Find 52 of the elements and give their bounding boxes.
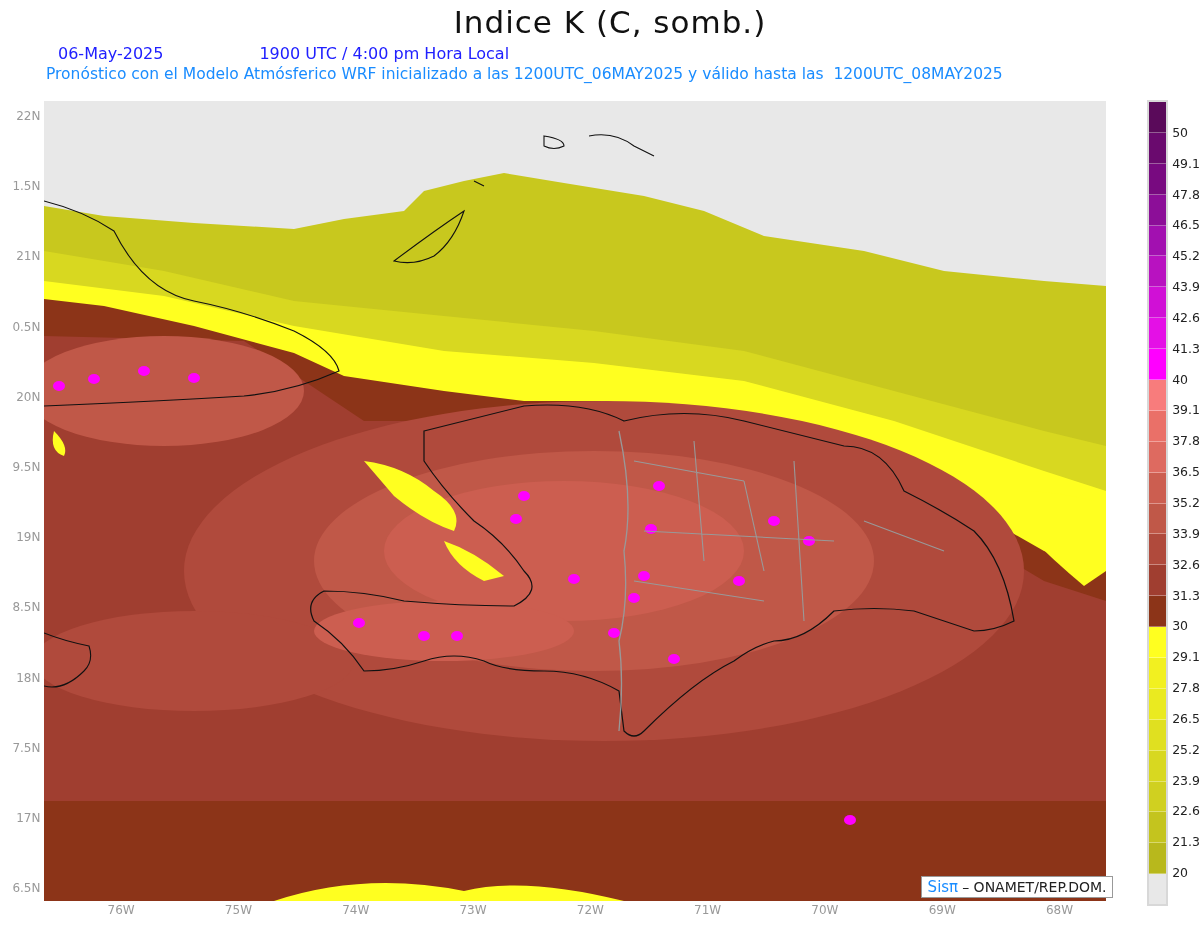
legend-value: 27.8: [1171, 681, 1200, 696]
legend-value: 43.9: [1171, 280, 1200, 295]
longitude-label: 72W: [575, 903, 605, 917]
legend-value: 40: [1171, 372, 1189, 387]
latitude-label: 17N: [15, 809, 42, 827]
legend-value: 50: [1171, 125, 1189, 140]
latitude-label: 7.5N: [11, 739, 42, 757]
latitude-label: 8.5N: [11, 599, 42, 617]
latitude-label: 9.5N: [11, 459, 42, 477]
legend-value: 47.8: [1171, 187, 1200, 202]
longitude-label: 68W: [1044, 903, 1075, 917]
legend-value: 30: [1171, 619, 1189, 634]
legend-value: 41.3: [1171, 341, 1200, 356]
latitude-label: 6.5N: [11, 880, 42, 898]
legend-value: 36.5: [1171, 465, 1200, 480]
logo-text: Sisπ: [927, 878, 959, 896]
longitude-label: 74W: [341, 903, 371, 917]
legend-value: 32.6: [1171, 557, 1200, 572]
longitude-label: 73W: [458, 903, 488, 917]
latitude-label: 1.5N: [11, 178, 42, 196]
legend-value: 21.3: [1171, 835, 1200, 850]
credit-text: – ONAMET/REP.DOM.: [962, 879, 1107, 895]
legend-value: 23.9: [1171, 773, 1200, 788]
latitude-label: 18N: [15, 669, 42, 687]
legend-value: 33.9: [1171, 526, 1200, 541]
legend-value: 25.2: [1171, 742, 1200, 757]
legend-value: 39.1: [1171, 403, 1200, 418]
longitude-label: 75W: [223, 903, 253, 917]
longitude-label: 71W: [693, 903, 723, 917]
legend-value: 45.2: [1171, 249, 1200, 264]
legend-value: 26.5: [1171, 711, 1200, 726]
legend-value: 20: [1171, 866, 1189, 881]
time-label: 1900 UTC / 4:00 pm Hora Local: [259, 44, 510, 64]
latitude-label: 22N: [15, 108, 42, 126]
legend-value: 42.6: [1171, 310, 1200, 325]
longitude-label: 69W: [927, 903, 957, 917]
legend-value: 37.8: [1171, 434, 1200, 449]
legend-value: 22.6: [1171, 804, 1200, 819]
date-label: 06-May-2025: [58, 44, 164, 64]
legend-value: 46.5: [1171, 218, 1200, 233]
longitude-label: 70W: [810, 903, 840, 917]
legend-value: 35.2: [1171, 495, 1200, 510]
map-title: Indice K (C, somb.): [452, 3, 768, 42]
legend-value: 29.1: [1171, 650, 1200, 665]
forecast-description: Pronóstico con el Modelo Atmósferico WRF inicializado a las 1200UTC_06MAY2025 y válido hasta las 1200UTC_08MAY2025: [45, 64, 1004, 85]
legend-value: 31.3: [1171, 588, 1200, 603]
longitude-label: 76W: [106, 903, 136, 917]
latitude-label: 21N: [15, 248, 42, 266]
latitude-label: 19N: [15, 529, 42, 547]
legend-value: 49.1: [1171, 156, 1200, 171]
latitude-label: 20N: [15, 388, 42, 406]
latitude-label: 0.5N: [11, 318, 42, 336]
